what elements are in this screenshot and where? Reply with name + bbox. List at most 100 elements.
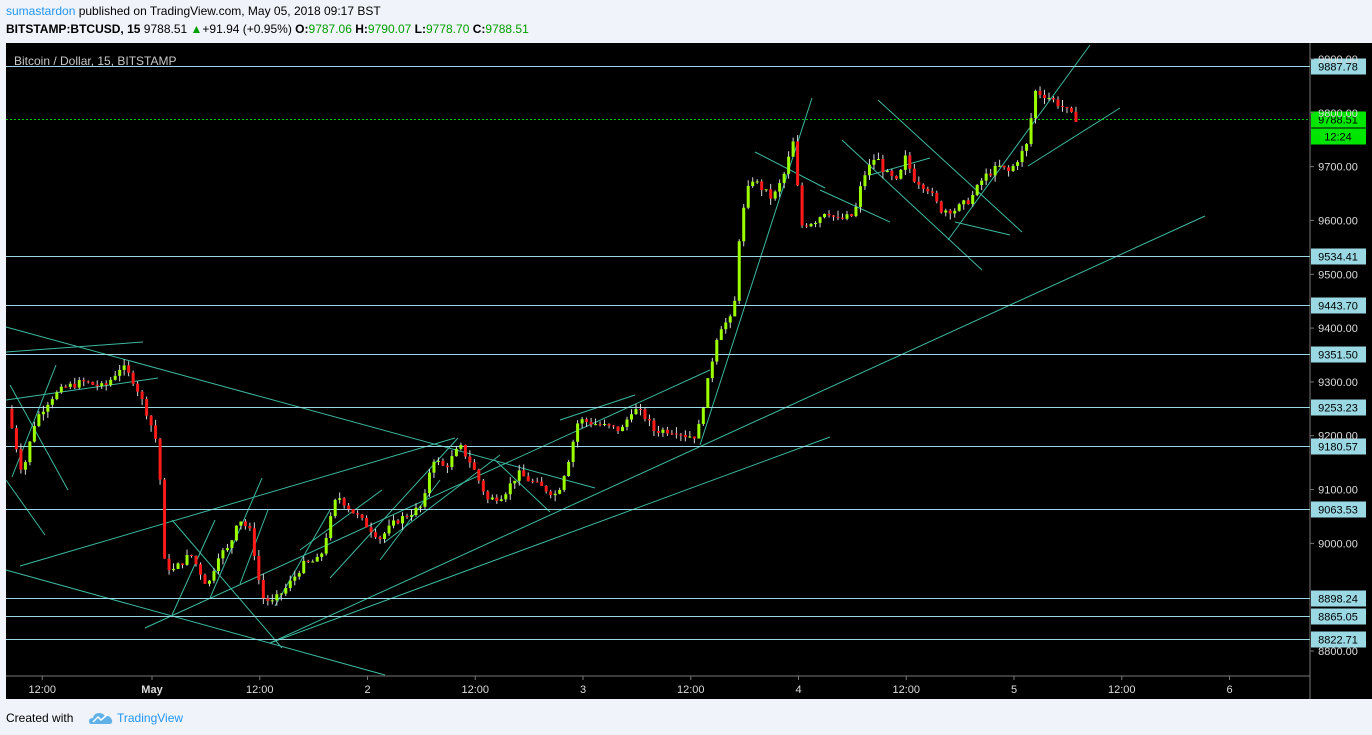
candle-up	[1016, 162, 1020, 166]
candle-down	[472, 462, 476, 470]
candle-down	[1043, 94, 1047, 99]
candle-up	[854, 206, 858, 217]
x-tick-label: 4	[795, 684, 801, 696]
created-with-text: Created with	[6, 711, 74, 725]
candle-down	[894, 175, 898, 179]
candle-up	[427, 472, 431, 494]
candle-up	[688, 436, 692, 438]
candle-up	[993, 165, 997, 176]
candle-down	[190, 555, 194, 557]
candle-down	[261, 579, 265, 599]
candle-up	[715, 339, 719, 362]
x-tick-label: 12:00	[246, 684, 274, 696]
level-label: 9180.57	[1318, 442, 1358, 454]
candle-down	[948, 210, 952, 214]
candle-down	[351, 509, 355, 514]
candle-down	[374, 532, 378, 538]
candle-down	[181, 563, 185, 565]
level-label: 8865.05	[1318, 612, 1358, 624]
candle-down	[64, 386, 68, 388]
candle-down	[140, 391, 144, 399]
candle-down	[1007, 167, 1011, 171]
level-label: 9534.41	[1318, 252, 1358, 264]
candle-down	[832, 215, 836, 217]
tradingview-cloud-icon[interactable]	[88, 709, 114, 727]
x-tick-label: 12:00	[677, 684, 705, 696]
candle-up	[329, 516, 333, 538]
candle-up	[1034, 90, 1038, 119]
candle-down	[616, 426, 620, 432]
candle-down	[158, 438, 162, 480]
candle-down	[257, 555, 261, 580]
candle-up	[697, 423, 701, 439]
candle-up	[778, 183, 782, 192]
y-tick-label: 9800.00	[1318, 108, 1358, 120]
candle-up	[387, 525, 391, 534]
candle-down	[540, 481, 544, 486]
candle-down	[679, 434, 683, 436]
candle-down	[463, 444, 467, 457]
candle-down	[827, 213, 831, 216]
candle-down	[131, 372, 135, 384]
candle-up	[706, 378, 710, 408]
level-label: 9351.50	[1318, 350, 1358, 362]
candle-down	[890, 170, 894, 176]
candle-up	[409, 515, 413, 517]
candle-up	[28, 441, 32, 463]
candle-up	[275, 594, 279, 601]
candle-up	[59, 386, 63, 393]
candle-up	[302, 560, 306, 574]
candle-down	[1074, 111, 1078, 122]
tradingview-link[interactable]: TradingView	[117, 711, 183, 725]
level-label: 9253.23	[1318, 403, 1358, 415]
candle-up	[284, 587, 288, 594]
candle-down	[365, 517, 369, 528]
candle-down	[674, 433, 678, 435]
candle-up	[320, 553, 324, 557]
candle-down	[526, 476, 530, 482]
candle-up	[418, 506, 422, 508]
candle-down	[966, 200, 970, 204]
candle-up	[436, 460, 440, 462]
candle-down	[989, 173, 993, 176]
candle-up	[621, 426, 625, 432]
candle-down	[360, 514, 364, 518]
candle-up	[791, 141, 795, 157]
candle-down	[638, 409, 642, 411]
candle-down	[760, 181, 764, 191]
candle-up	[32, 426, 36, 442]
candle-up	[876, 159, 880, 161]
candle-down	[194, 555, 198, 565]
candle-up	[603, 423, 607, 425]
candle-down	[912, 168, 916, 182]
candle-up	[957, 204, 961, 211]
candle-down	[836, 216, 840, 218]
price-chart[interactable]: 9887.789534.419443.709351.509253.239180.…	[0, 0, 1372, 702]
candle-up	[279, 593, 283, 595]
candle-down	[19, 449, 23, 470]
candle-down	[849, 214, 853, 217]
candle-down	[342, 498, 346, 506]
candle-down	[1065, 107, 1069, 109]
candle-down	[1060, 106, 1064, 108]
candle-up	[733, 300, 737, 317]
candle-down	[1002, 165, 1006, 168]
y-tick-label: 9300.00	[1318, 377, 1358, 389]
candle-up	[571, 441, 575, 462]
candle-up	[46, 404, 50, 412]
candle-up	[903, 155, 907, 170]
candle-up	[787, 156, 791, 174]
candle-up	[324, 537, 328, 554]
candle-up	[293, 576, 297, 581]
candle-up	[122, 365, 126, 370]
candle-down	[396, 520, 400, 524]
candle-up	[239, 521, 243, 526]
plot-area[interactable]	[6, 43, 1310, 699]
candle-up	[454, 448, 458, 457]
candle-down	[486, 491, 490, 500]
candle-up	[629, 414, 633, 420]
candle-down	[647, 418, 651, 421]
candle-up	[176, 563, 180, 569]
candle-up	[504, 494, 508, 500]
candle-up	[315, 556, 319, 562]
